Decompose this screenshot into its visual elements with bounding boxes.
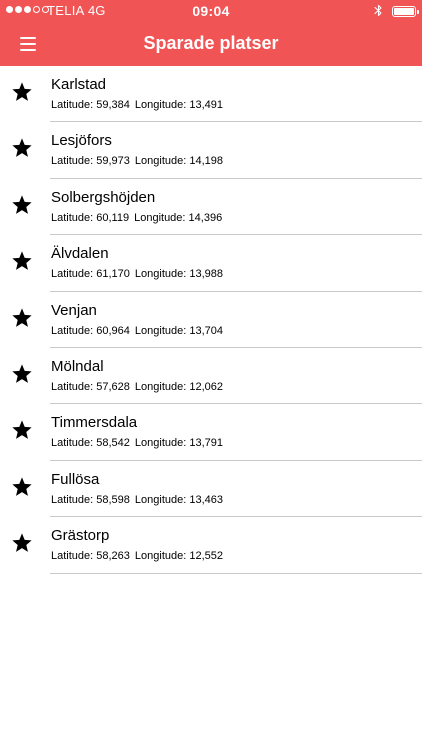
latitude-value: 57,628 xyxy=(96,380,130,393)
latitude-value: 60,964 xyxy=(96,324,130,337)
place-name: Mölndal xyxy=(51,357,104,375)
place-coordinates: Latitude: 61,170 Longitude: 13,988 xyxy=(51,268,223,280)
longitude-value: 13,463 xyxy=(189,493,224,506)
place-name: Karlstad xyxy=(51,76,107,93)
place-coordinates: Latitude: 58,263 Longitude: 12,552 xyxy=(51,550,223,562)
place-coordinates: Latitude: 58,542 Longitude: 13,791 xyxy=(51,437,223,449)
latitude-value: 58,542 xyxy=(96,437,130,450)
star-icon[interactable] xyxy=(11,307,33,329)
star-icon[interactable] xyxy=(11,137,33,159)
longitude-value: 13,791 xyxy=(189,437,224,450)
place-coordinates: Latitude: 57,628 Longitude: 12,062 xyxy=(51,381,223,393)
star-icon[interactable] xyxy=(11,476,33,498)
latitude-label: Latitude: xyxy=(51,380,94,393)
status-bar: TELIA 4G 09:04 xyxy=(0,0,422,22)
longitude-label: Longitude: xyxy=(134,324,187,337)
longitude-value: 13,704 xyxy=(189,324,224,337)
app: TELIA 4G 09:04 Sparade platser Karlstad L… xyxy=(0,0,422,750)
list-item[interactable]: Solbergshöjden Latitude: 60,119 Longitude:… xyxy=(0,179,422,236)
longitude-value: 13,988 xyxy=(189,268,224,281)
list-item[interactable]: Fullösa Latitude: 58,598 Longitude: 13,463 xyxy=(0,461,422,518)
longitude-value: 13,491 xyxy=(189,99,224,111)
list-item[interactable]: Grästorp Latitude: 58,263 Longitude: 12,55… xyxy=(0,517,422,574)
battery-icon xyxy=(392,6,419,17)
longitude-value: 12,062 xyxy=(189,380,224,393)
latitude-label: Latitude: xyxy=(51,437,94,450)
latitude-value: 58,263 xyxy=(96,550,130,563)
list-item[interactable]: Karlstad Latitude: 59,384 Longitude: 13,49… xyxy=(0,66,422,123)
place-name: Fullösa xyxy=(51,470,100,488)
latitude-label: Latitude: xyxy=(51,268,94,281)
header: TELIA 4G 09:04 Sparade platser xyxy=(0,0,422,66)
place-coordinates: Latitude: 59,384 Longitude: 13,491 xyxy=(51,99,223,111)
longitude-label: Longitude: xyxy=(134,493,187,506)
place-name: Grästorp xyxy=(51,527,110,545)
longitude-value: 12,552 xyxy=(189,550,224,563)
longitude-value: 14,198 xyxy=(189,155,224,168)
place-coordinates: Latitude: 60,964 Longitude: 13,704 xyxy=(51,325,223,337)
nav-bar: Sparade platser xyxy=(0,22,422,66)
longitude-value: 14,396 xyxy=(188,211,223,224)
latitude-label: Latitude: xyxy=(51,493,94,506)
place-name: Timmersdala xyxy=(51,414,138,432)
star-icon[interactable] xyxy=(11,532,33,554)
star-icon[interactable] xyxy=(11,363,33,385)
place-name: Älvdalen xyxy=(51,245,109,263)
latitude-label: Latitude: xyxy=(51,155,94,168)
star-icon[interactable] xyxy=(11,419,33,441)
longitude-label: Longitude: xyxy=(134,211,186,224)
saved-places-list: Karlstad Latitude: 59,384 Longitude: 13,49… xyxy=(0,66,422,574)
page-title: Sparade platser xyxy=(143,33,279,53)
longitude-label: Longitude: xyxy=(134,99,187,111)
bluetooth-icon xyxy=(374,4,382,17)
latitude-label: Latitude: xyxy=(51,324,94,337)
latitude-label: Latitude: xyxy=(51,211,94,224)
status-time: 09:04 xyxy=(192,3,230,19)
list-item[interactable]: Timmersdala Latitude: 58,542 Longitude: 13… xyxy=(0,404,422,462)
place-name: Lesjöfors xyxy=(51,132,112,150)
list-item[interactable]: Älvdalen Latitude: 61,170 Longitude: 13,98… xyxy=(0,235,422,292)
list-item[interactable]: Lesjöfors Latitude: 59,973 Longitude: 14,1… xyxy=(0,122,422,180)
list-item[interactable]: Venjan Latitude: 60,964 Longitude: 13,704 xyxy=(0,292,422,349)
longitude-label: Longitude: xyxy=(134,550,187,563)
place-coordinates: Latitude: 60,119 Longitude: 14,396 xyxy=(51,212,222,224)
place-coordinates: Latitude: 59,973 Longitude: 14,198 xyxy=(51,155,223,167)
latitude-value: 60,119 xyxy=(96,211,130,224)
longitude-label: Longitude: xyxy=(134,437,187,450)
place-name: Venjan xyxy=(51,301,97,319)
place-coordinates: Latitude: 58,598 Longitude: 13,463 xyxy=(51,494,223,506)
star-icon[interactable] xyxy=(11,194,33,216)
latitude-value: 61,170 xyxy=(96,268,130,281)
star-icon[interactable] xyxy=(11,81,33,103)
longitude-label: Longitude: xyxy=(134,155,187,168)
latitude-value: 59,973 xyxy=(96,155,130,168)
longitude-label: Longitude: xyxy=(134,380,187,393)
latitude-value: 59,384 xyxy=(96,99,130,111)
star-icon[interactable] xyxy=(11,250,33,272)
latitude-label: Latitude: xyxy=(51,99,94,111)
latitude-label: Latitude: xyxy=(51,550,94,563)
longitude-label: Longitude: xyxy=(134,268,187,281)
place-name: Solbergshöjden xyxy=(51,188,156,206)
list-item[interactable]: Mölndal Latitude: 57,628 Longitude: 12,062 xyxy=(0,348,422,405)
latitude-value: 58,598 xyxy=(96,493,130,506)
